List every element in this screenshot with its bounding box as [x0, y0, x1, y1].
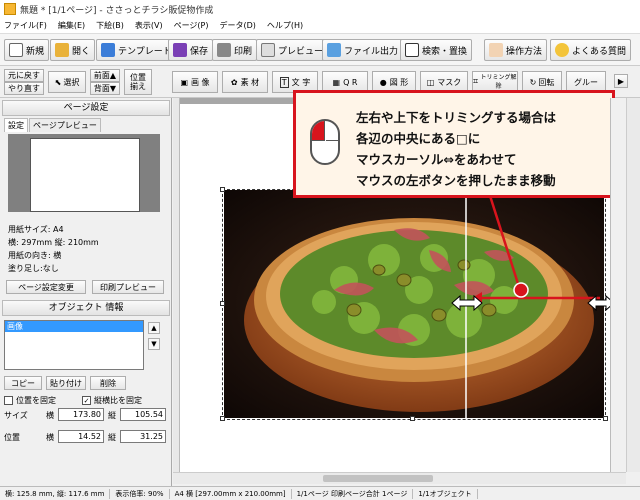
mouse-icon — [310, 119, 340, 165]
left-button-highlight — [312, 121, 325, 141]
trim-guide-overlay — [451, 179, 615, 418]
scroll-thumb[interactable] — [323, 475, 433, 482]
right-button — [326, 121, 338, 141]
drag-start-dot — [513, 282, 529, 298]
object-count: 1/1オブジェクト — [413, 488, 478, 499]
callout-text: 左右や上下をトリミングする場合は 各辺の中央にある□に マウスカーソル⇔をあわせ… — [356, 110, 557, 188]
zoom-level: 表示倍率: 90% — [110, 488, 170, 499]
paper-info: A4 横 [297.00mm x 210.00mm] — [170, 488, 292, 499]
right-panel-edge — [610, 98, 626, 472]
page-info: 1/1ページ 印刷ページ合計 1ページ — [292, 488, 414, 499]
instruction-callout: 左右や上下をトリミングする場合は 各辺の中央にある□に マウスカーソル⇔をあわせ… — [293, 90, 615, 198]
status-bar: 横: 125.8 mm, 縦: 117.6 mm 表示倍率: 90% A4 横 … — [0, 486, 640, 500]
cursor-position: 横: 125.8 mm, 縦: 117.6 mm — [0, 488, 111, 499]
horizontal-scrollbar[interactable] — [173, 472, 626, 484]
vertical-scrollbar[interactable] — [626, 98, 640, 472]
